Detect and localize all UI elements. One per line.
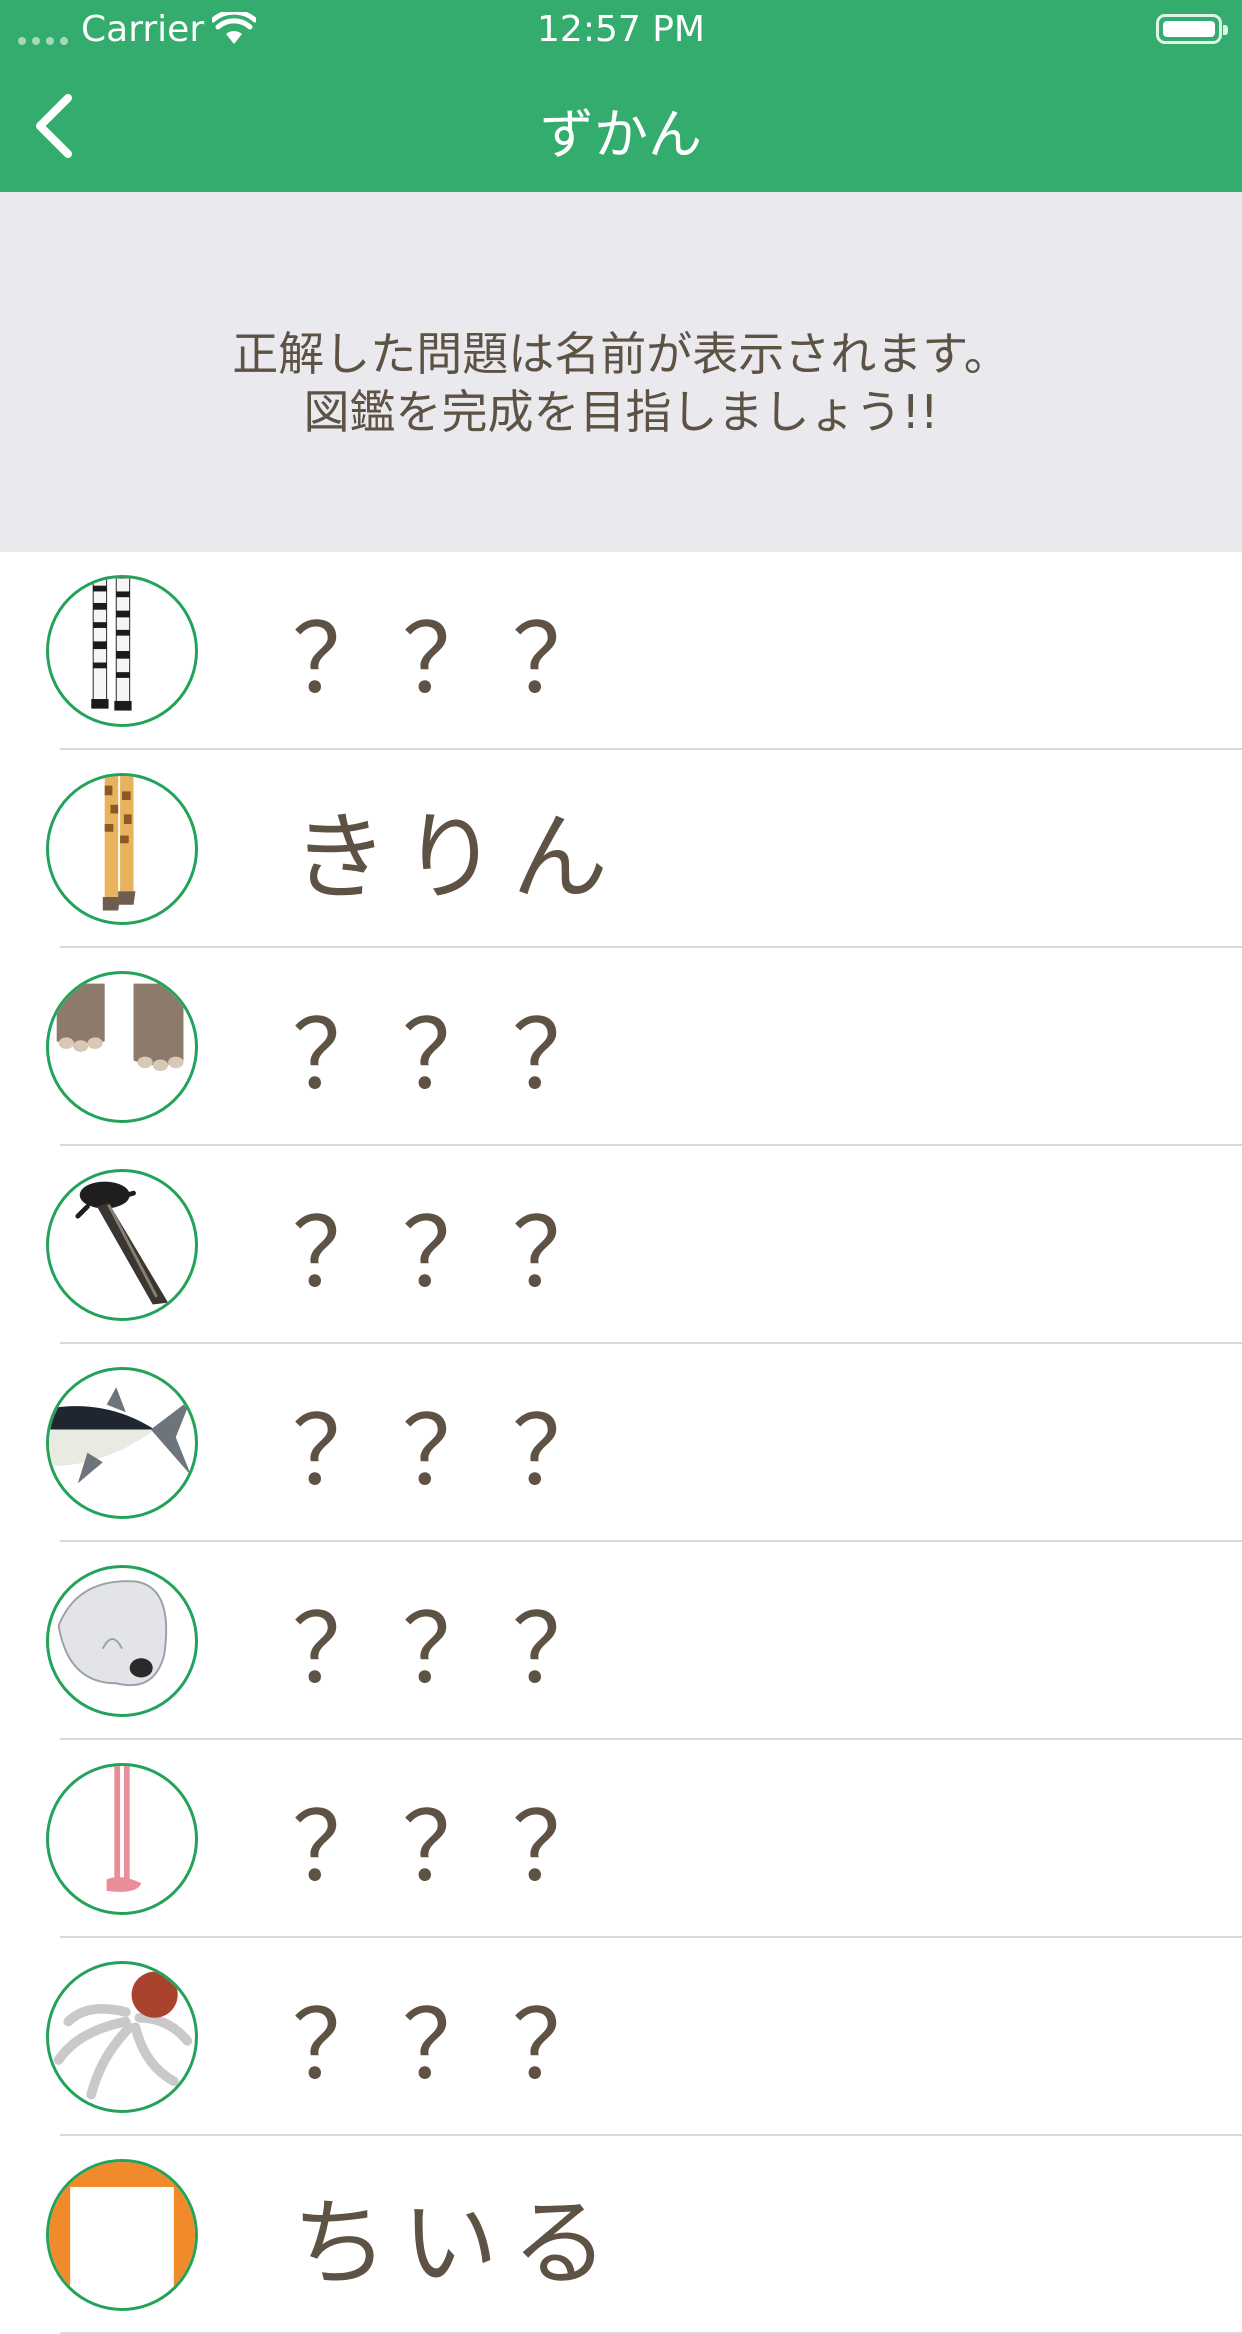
- page-title: ずかん: [540, 103, 702, 166]
- navigation-bar: ずかん: [0, 60, 1242, 192]
- list-item[interactable]: ？？？: [0, 1542, 1242, 1740]
- elephant-feet-icon: [46, 971, 198, 1123]
- list-item[interactable]: ？？？: [0, 1344, 1242, 1542]
- item-name: ？？？: [292, 1395, 622, 1508]
- giraffe-legs-icon: [46, 773, 198, 925]
- list-item[interactable]: ？？？: [0, 1146, 1242, 1344]
- item-name: ちいる: [292, 2187, 622, 2300]
- list-item[interactable]: ？？？: [0, 1740, 1242, 1938]
- orange-animal-icon: [46, 2159, 198, 2311]
- tuna-fish-icon: [46, 1367, 198, 1519]
- banner-text: 正解した問題は名前が表示されます。 図鑑を完成を目指しましょう!!: [232, 303, 1009, 441]
- platypus-tail-icon: [46, 1169, 198, 1321]
- encyclopedia-list: ？？？ きりん ？？？ ？？？ ？？？ ？？？ ？？？ ？？？ ちいる: [0, 552, 1242, 2334]
- item-name: ？？？: [292, 1989, 622, 2102]
- list-item[interactable]: ちいる: [0, 2136, 1242, 2334]
- item-name: ？？？: [292, 603, 622, 716]
- banner-line-1: 正解した問題は名前が表示されます。: [232, 327, 1010, 381]
- zebra-legs-icon: [46, 575, 198, 727]
- white-animal-paw-icon: [46, 1565, 198, 1717]
- status-bar: Carrier 12:57 PM: [0, 0, 1242, 60]
- list-item[interactable]: ？？？: [0, 948, 1242, 1146]
- list-item[interactable]: ？？？: [0, 1938, 1242, 2136]
- info-banner: 正解した問題は名前が表示されます。 図鑑を完成を目指しましょう!!: [0, 192, 1242, 552]
- banner-line-2: 図鑑を完成を目指しましょう!!: [303, 385, 939, 439]
- item-name: ？？？: [292, 999, 622, 1112]
- item-name: ？？？: [292, 1791, 622, 1904]
- octopus-icon: [46, 1961, 198, 2113]
- battery-icon: [1156, 14, 1228, 44]
- item-name: きりん: [292, 801, 622, 914]
- flamingo-leg-icon: [46, 1763, 198, 1915]
- list-item[interactable]: ？？？: [0, 552, 1242, 750]
- item-name: ？？？: [292, 1197, 622, 1310]
- list-item[interactable]: きりん: [0, 750, 1242, 948]
- item-name: ？？？: [292, 1593, 622, 1706]
- status-time: 12:57 PM: [537, 9, 705, 50]
